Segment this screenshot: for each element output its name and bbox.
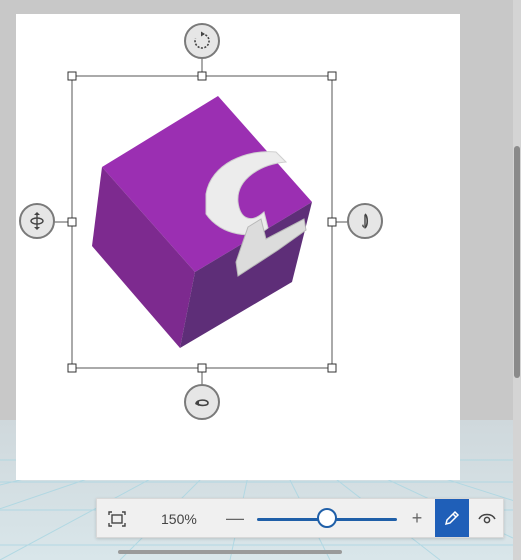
horizontal-scrollbar-thumb[interactable] xyxy=(118,550,342,554)
tilt-x-button[interactable] xyxy=(19,203,55,239)
canvas[interactable] xyxy=(16,14,460,480)
view-toolbar: 150% — + xyxy=(96,498,504,538)
spin-y-button[interactable] xyxy=(347,203,383,239)
pen-edit-icon xyxy=(444,510,460,526)
fit-to-window-button[interactable] xyxy=(103,505,131,533)
zoom-out-button[interactable]: — xyxy=(225,508,245,528)
view-mode-button[interactable] xyxy=(471,499,503,537)
vertical-scrollbar-thumb[interactable] xyxy=(514,146,520,378)
rotate-z-icon xyxy=(194,31,210,49)
resize-handle-ne[interactable] xyxy=(327,71,337,81)
resize-handle-w[interactable] xyxy=(67,217,77,227)
tilt-x-icon xyxy=(30,212,44,230)
resize-handle-nw[interactable] xyxy=(67,71,77,81)
resize-handle-e[interactable] xyxy=(327,217,337,227)
cube-selection[interactable] xyxy=(16,14,460,480)
rotate-x-button[interactable] xyxy=(184,384,220,420)
zoom-in-button[interactable]: + xyxy=(407,508,427,528)
resize-handle-s[interactable] xyxy=(197,363,207,373)
edit-mode-button[interactable] xyxy=(435,499,469,537)
rotate-x-icon xyxy=(195,399,209,407)
rotate-z-button[interactable] xyxy=(184,23,220,59)
spin-y-icon xyxy=(362,213,369,229)
fit-to-window-icon xyxy=(108,511,126,527)
resize-handle-sw[interactable] xyxy=(67,363,77,373)
zoom-level-label: 150% xyxy=(161,511,197,527)
resize-handle-se[interactable] xyxy=(327,363,337,373)
zoom-slider-thumb[interactable] xyxy=(317,508,337,528)
eye-view-icon xyxy=(478,513,496,524)
resize-handle-n[interactable] xyxy=(197,71,207,81)
